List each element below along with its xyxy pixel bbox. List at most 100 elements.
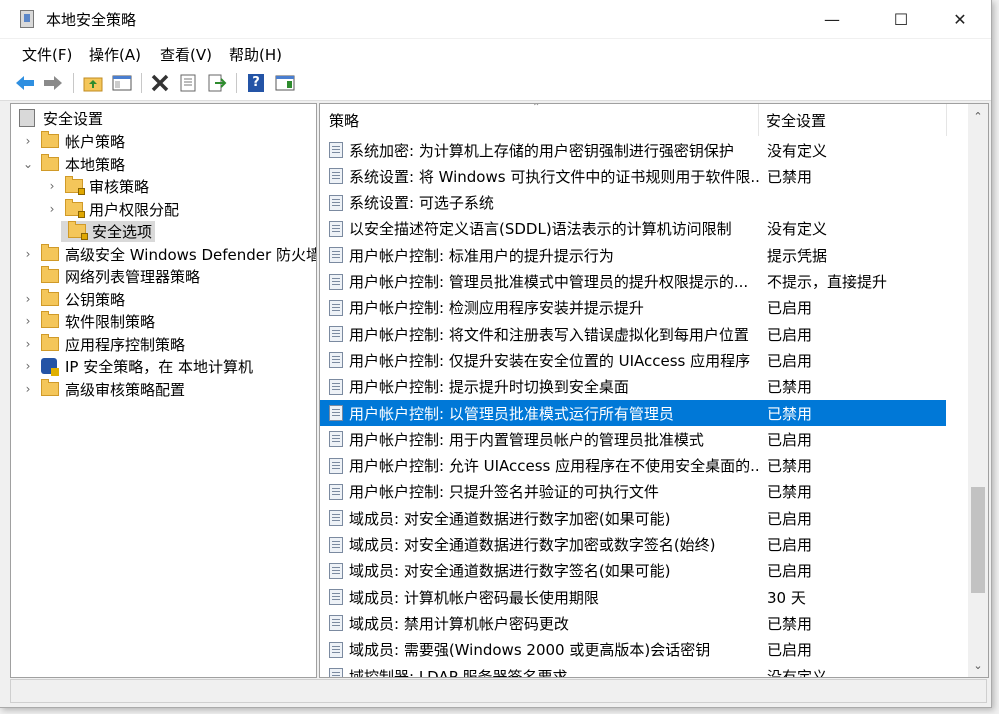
tree-item-label: 软件限制策略 [65,312,156,331]
show-action-pane-button[interactable] [274,72,296,94]
tree-item-account-policies[interactable]: › 帐户策略 [21,130,125,152]
folder-icon [41,244,59,261]
tree-item-label: 本地策略 [65,155,126,174]
tree-item-label: 应用程序控制策略 [65,335,186,354]
policy-row[interactable]: 系统加密: 为计算机上存储的用户密钥强制进行强密钥保护 没有定义 [320,137,946,163]
policy-row[interactable]: 域成员: 禁用计算机帐户密码更改 已禁用 [320,610,946,636]
folder-icon [41,289,59,306]
back-arrow-icon [16,76,34,90]
forward-arrow-icon [44,76,62,90]
folder-icon [41,334,59,351]
tree-item-defender-firewall[interactable]: › 高级安全 Windows Defender 防火墙 [21,243,316,265]
policy-setting: 已启用 [767,299,813,318]
policy-icon [329,273,343,290]
policy-name: 域成员: 对安全通道数据进行数字加密或数字签名(始终) [349,536,716,554]
policy-row[interactable]: 用户帐户控制: 提示提升时切换到安全桌面 已禁用 [320,374,946,400]
tree-item-local-policies[interactable]: ⌄ 本地策略 [21,153,125,175]
tree-item-label: 安全选项 [92,222,153,241]
policy-row[interactable]: 用户帐户控制: 允许 UIAccess 应用程序在不使用安全桌面的... 已禁用 [320,453,946,479]
tree-item-network-list[interactable]: 网络列表管理器策略 [21,265,200,287]
back-button[interactable] [14,72,36,94]
policy-list[interactable]: ⌃ 策略 安全设置 系统加密: 为计算机上存储的用户密钥强制进行强密钥保护 没有定… [319,103,989,678]
policy-row[interactable]: 域成员: 对安全通道数据进行数字签名(如果可能) 已启用 [320,558,946,584]
policy-setting: 已禁用 [767,378,813,397]
menu-help[interactable]: 帮助(H) [229,44,282,65]
tree-item-security-options[interactable]: 安全选项 [45,220,156,242]
tree-item-ip-security[interactable]: › IP 安全策略，在 本地计算机 [21,355,253,377]
policy-row[interactable]: 用户帐户控制: 仅提升安装在安全位置的 UIAccess 应用程序 已启用 [320,347,946,373]
sort-ascending-icon: ⌃ [532,103,541,113]
tree-item-advanced-audit[interactable]: › 高级审核策略配置 [21,378,185,400]
tree-item-app-control[interactable]: › 应用程序控制策略 [21,333,185,355]
column-header-setting[interactable]: 安全设置 [766,104,826,136]
policy-row[interactable]: 域成员: 计算机帐户密码最长使用期限 30 天 [320,584,946,610]
app-window: 本地安全策略 — ☐ ✕ 文件(F) 操作(A) 查看(V) 帮助(H) ? 安… [0,0,992,708]
folder-icon [41,131,59,148]
menu-view[interactable]: 查看(V) [160,44,212,65]
menu-action[interactable]: 操作(A) [89,44,141,65]
show-tree-button[interactable] [111,72,133,94]
policy-icon [329,483,343,500]
scroll-up-icon[interactable]: ⌃ [968,106,988,126]
column-divider[interactable] [758,104,759,136]
policy-row[interactable]: 用户帐户控制: 管理员批准模式中管理员的提升权限提示的... 不提示，直接提升 [320,269,946,295]
policy-row[interactable]: 域控制器: LDAP 服务器签名要求 没有定义 [320,663,946,678]
vertical-scrollbar[interactable]: ⌃ ⌄ [968,104,988,677]
policy-name: 用户帐户控制: 检测应用程序安装并提示提升 [349,299,644,318]
column-header-policy[interactable]: 策略 [329,104,359,136]
forward-button[interactable] [42,72,64,94]
policy-name: 系统加密: 为计算机上存储的用户密钥强制进行强密钥保护 [349,141,734,160]
policy-name: 用户帐户控制: 用于内置管理员帐户的管理员批准模式 [349,430,704,449]
chevron-right-icon: › [25,292,31,306]
column-divider[interactable] [946,104,947,136]
maximize-button[interactable]: ☐ [878,0,924,38]
policy-name: 用户帐户控制: 标准用户的提升提示行为 [349,246,614,265]
scrollbar-thumb[interactable] [971,487,985,593]
action-pane-icon [275,75,295,91]
policy-row[interactable]: 域成员: 对安全通道数据进行数字加密(如果可能) 已启用 [320,505,946,531]
tree-item-public-key[interactable]: › 公钥策略 [21,288,125,310]
policy-row[interactable]: 用户帐户控制: 只提升签名并验证的可执行文件 已禁用 [320,479,946,505]
policy-setting: 已启用 [767,351,813,370]
policy-setting: 已禁用 [767,614,813,633]
close-button[interactable]: ✕ [937,0,983,38]
title-bar[interactable]: 本地安全策略 — ☐ ✕ [0,0,991,38]
menu-file[interactable]: 文件(F) [22,44,72,65]
policy-row[interactable]: 域成员: 需要强(Windows 2000 或更高版本)会话密钥 已启用 [320,637,946,663]
console-tree[interactable]: 安全设置 › 帐户策略 ⌄ 本地策略 › 审核策略 › 用户权限分配 安全选项 [10,103,317,678]
policy-row[interactable]: 用户帐户控制: 标准用户的提升提示行为 提示凭据 [320,242,946,268]
policy-row[interactable]: 用户帐户控制: 用于内置管理员帐户的管理员批准模式 已启用 [320,426,946,452]
delete-button[interactable] [149,72,171,94]
locked-folder-icon [68,221,88,240]
up-folder-button[interactable] [82,72,104,94]
export-list-button[interactable] [206,72,228,94]
policy-name: 用户帐户控制: 仅提升安装在安全位置的 UIAccess 应用程序 [349,351,751,370]
policy-name: 用户帐户控制: 以管理员批准模式运行所有管理员 [349,404,674,423]
policy-row[interactable]: 用户帐户控制: 以管理员批准模式运行所有管理员 已禁用 [320,400,946,426]
minimize-button[interactable]: — [809,0,855,38]
policy-row[interactable]: 系统设置: 将 Windows 可执行文件中的证书规则用于软件限... 已禁用 [320,163,946,189]
tree-item-audit-policy[interactable]: › 审核策略 [45,175,149,197]
folder-up-icon [83,77,103,92]
toolbar: ? [0,66,991,101]
policy-name: 用户帐户控制: 只提升签名并验证的可执行文件 [349,483,659,502]
policy-row[interactable]: 域成员: 对安全通道数据进行数字加密或数字签名(始终) 已启用 [320,532,946,558]
folder-icon [41,154,59,171]
policy-row[interactable]: 以安全描述符定义语言(SDDL)语法表示的计算机访问限制 没有定义 [320,216,946,242]
policy-row[interactable]: 系统设置: 可选子系统 [320,190,946,216]
properties-button[interactable] [177,72,199,94]
scroll-down-icon[interactable]: ⌄ [968,655,988,675]
console-tree-icon [112,75,132,91]
policy-row[interactable]: 用户帐户控制: 将文件和注册表写入错误虚拟化到每用户位置 已启用 [320,321,946,347]
chevron-right-icon: › [49,202,55,216]
policy-setting: 没有定义 [767,667,828,678]
tree-item-software-restriction[interactable]: › 软件限制策略 [21,310,155,332]
policy-row[interactable]: 用户帐户控制: 检测应用程序安装并提示提升 已启用 [320,295,946,321]
tree-item-security-settings[interactable]: 安全设置 [17,107,103,129]
policy-name: 域控制器: LDAP 服务器签名要求 [349,667,568,678]
policy-icon [329,589,343,606]
tree-item-user-rights[interactable]: › 用户权限分配 [45,198,179,220]
policy-setting: 提示凭据 [767,246,828,265]
help-button[interactable]: ? [245,72,267,94]
policy-name: 用户帐户控制: 将文件和注册表写入错误虚拟化到每用户位置 [349,325,749,344]
